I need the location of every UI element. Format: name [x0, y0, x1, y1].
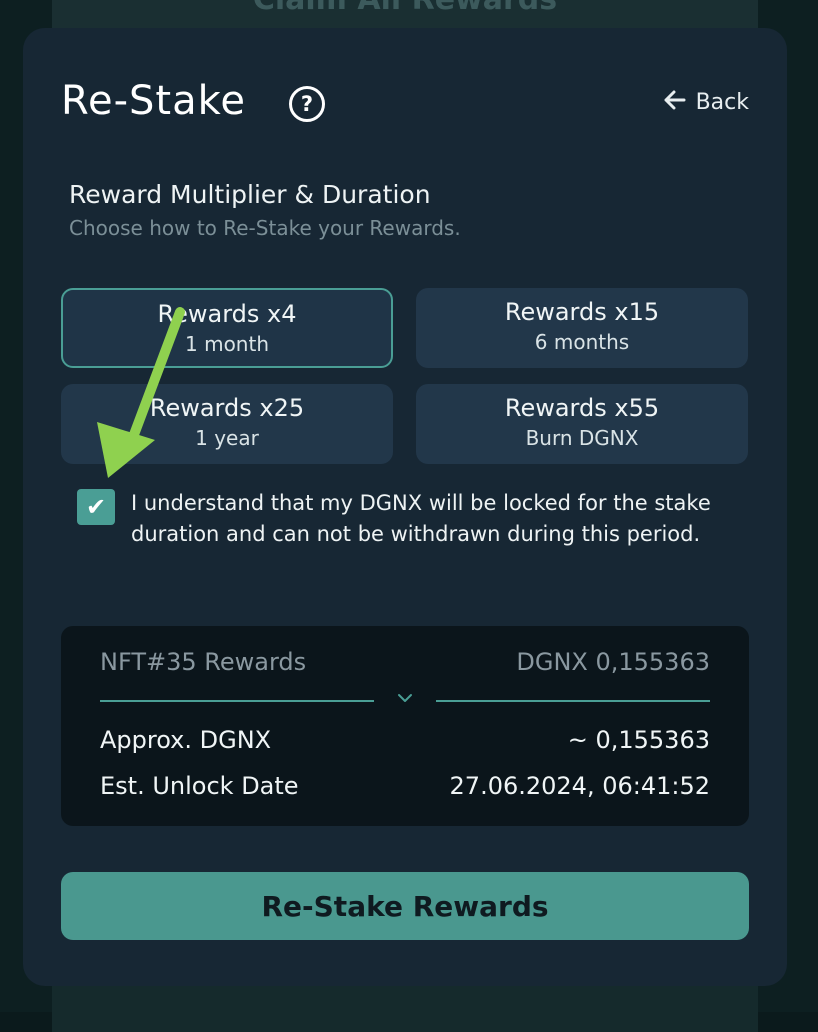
restake-rewards-button[interactable]: Re-Stake Rewards: [61, 872, 749, 940]
acknowledge-text: I understand that my DGNX will be locked…: [131, 491, 711, 546]
option-duration: Burn DGNX: [525, 426, 639, 450]
section-title: Reward Multiplier & Duration: [69, 180, 431, 209]
summary-approx-row: Approx. DGNX ~ 0,155363: [100, 726, 710, 754]
option-label: Rewards x25: [149, 394, 305, 422]
chevron-down-icon: [398, 694, 412, 702]
modal-title: Re-Stake: [61, 78, 246, 124]
option-duration: 1 year: [195, 426, 259, 450]
approx-label: Approx. DGNX: [100, 726, 272, 754]
divider: [100, 700, 374, 702]
section-subtitle: Choose how to Re-Stake your Rewards.: [69, 216, 461, 240]
checkmark-icon: ✔: [85, 493, 107, 521]
option-rewards-x4[interactable]: Rewards x4 1 month: [61, 288, 393, 368]
option-duration: 6 months: [534, 330, 630, 354]
acknowledge-checkbox[interactable]: ✔: [77, 489, 115, 525]
back-label: Back: [695, 89, 749, 115]
summary-unlock-row: Est. Unlock Date 27.06.2024, 06:41:52: [100, 772, 710, 800]
option-label: Rewards x4: [157, 300, 297, 328]
option-rewards-x55[interactable]: Rewards x55 Burn DGNX: [416, 384, 748, 464]
unlock-label: Est. Unlock Date: [100, 772, 299, 800]
rewards-value: DGNX 0,155363: [516, 648, 710, 676]
option-rewards-x15[interactable]: Rewards x15 6 months: [416, 288, 748, 368]
arrow-left-icon: [664, 88, 686, 116]
unlock-value: 27.06.2024, 06:41:52: [449, 772, 710, 800]
option-rewards-x25[interactable]: Rewards x25 1 year: [61, 384, 393, 464]
summary-rewards-row: NFT#35 Rewards DGNX 0,155363: [100, 648, 710, 676]
option-duration: 1 month: [185, 332, 269, 356]
divider: [436, 700, 710, 702]
back-button[interactable]: Back: [664, 88, 749, 116]
option-label: Rewards x15: [504, 298, 660, 326]
approx-value: ~ 0,155363: [567, 726, 710, 754]
help-icon[interactable]: ?: [289, 86, 325, 122]
rewards-summary: NFT#35 Rewards DGNX 0,155363 Approx. DGN…: [61, 626, 749, 826]
option-label: Rewards x55: [504, 394, 660, 422]
rewards-label: NFT#35 Rewards: [100, 648, 307, 676]
restake-modal: Re-Stake ? Back Reward Multiplier & Dura…: [23, 28, 787, 986]
claim-all-rewards-button[interactable]: Claim All Rewards: [52, 0, 758, 17]
